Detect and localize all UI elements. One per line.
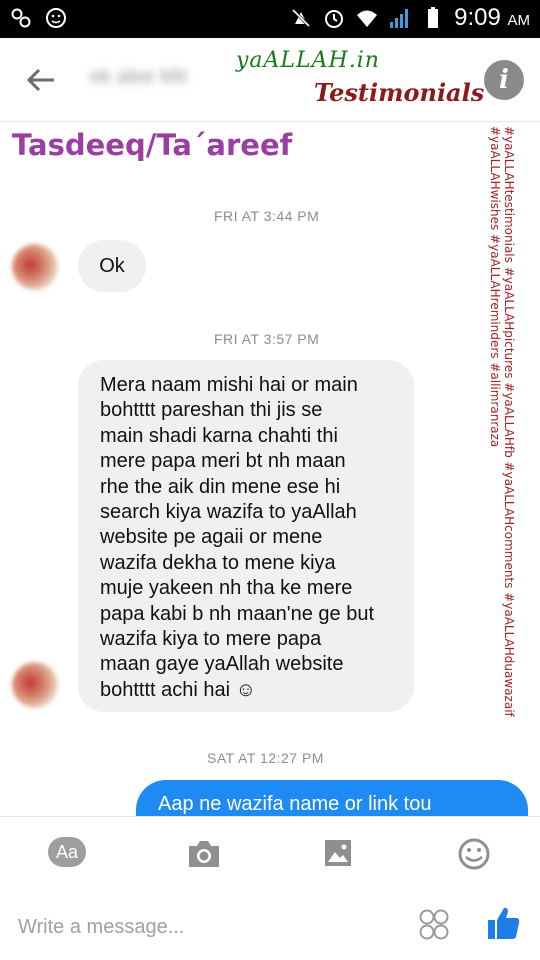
message-line: mere papa meri bt nh maan xyxy=(100,450,346,473)
received-message[interactable]: Mera naam mishi hai or main bohtttt pare… xyxy=(78,360,414,712)
info-icon[interactable]: i xyxy=(484,60,524,100)
messenger-icon xyxy=(11,8,31,28)
thumbs-up-icon[interactable] xyxy=(484,903,524,943)
hashtag-line: #yaALLAHwishes #yaALLAHreminders #allimr… xyxy=(488,126,502,448)
message-line: rhe the aik din mene ese hi xyxy=(100,475,341,498)
message-line: wazifa dekha to mene kiya xyxy=(100,551,336,574)
message-input[interactable] xyxy=(18,911,398,943)
avatar[interactable] xyxy=(12,662,58,708)
stickers-icon[interactable] xyxy=(414,907,454,941)
hashtag-line: #yaALLAHtestimonials #yaALLAHpictures #y… xyxy=(502,126,516,717)
clock: 9:09 AM xyxy=(454,4,530,31)
battery-icon xyxy=(428,7,439,28)
wifi-icon xyxy=(357,10,378,27)
contact-name[interactable]: ek alee Mit xyxy=(90,66,187,89)
back-arrow-icon[interactable] xyxy=(24,64,58,96)
timestamp: SAT AT 12:27 PM xyxy=(207,750,324,766)
message-line: maan gaye yaAllah website xyxy=(100,653,344,676)
camera-icon[interactable] xyxy=(184,837,224,871)
message-line: muje yakeen nh tha ke mere xyxy=(100,577,353,600)
smiley-icon xyxy=(46,8,66,28)
message-line: main shadi karna chahti thi xyxy=(100,424,338,447)
message-line: search kiya wazifa to yaAllah xyxy=(100,501,357,524)
brand-logo-main: Testimonials xyxy=(314,78,485,107)
message-line: bohtttt achi hai ☺ xyxy=(100,678,257,701)
alarm-icon xyxy=(325,10,344,28)
received-message[interactable]: Ok xyxy=(78,240,146,292)
message-line: wazifa kiya to mere papa xyxy=(100,628,322,651)
timestamp: FRI AT 3:57 PM xyxy=(214,331,320,347)
page-title: Tasdeeq/Ta´areef xyxy=(12,128,293,162)
message-line: bohtttt pareshan thi jis se xyxy=(100,399,323,422)
hashtag-sidebar: #yaALLAHtestimonials #yaALLAHpictures #y… xyxy=(488,126,532,746)
message-line: website pe agaii or mene xyxy=(100,526,323,549)
image-icon[interactable] xyxy=(318,837,358,871)
brand-logo-top: yaALLAH.in xyxy=(236,48,380,73)
message-composer: Aa xyxy=(0,816,540,960)
signal-icon xyxy=(390,9,409,28)
text-format-button[interactable]: Aa xyxy=(48,837,86,867)
conversation-header: ek alee Mit yaALLAH.in Testimonials i xyxy=(0,38,540,122)
message-line: papa kabi b nh maan'ne ge but xyxy=(100,602,375,625)
avatar[interactable] xyxy=(12,244,58,290)
timestamp: FRI AT 3:44 PM xyxy=(214,208,320,224)
message-line: Mera naam mishi hai or main xyxy=(100,374,358,396)
emoji-icon[interactable] xyxy=(454,837,494,871)
mute-icon xyxy=(292,8,311,28)
status-bar: 9:09 AM xyxy=(0,0,540,38)
